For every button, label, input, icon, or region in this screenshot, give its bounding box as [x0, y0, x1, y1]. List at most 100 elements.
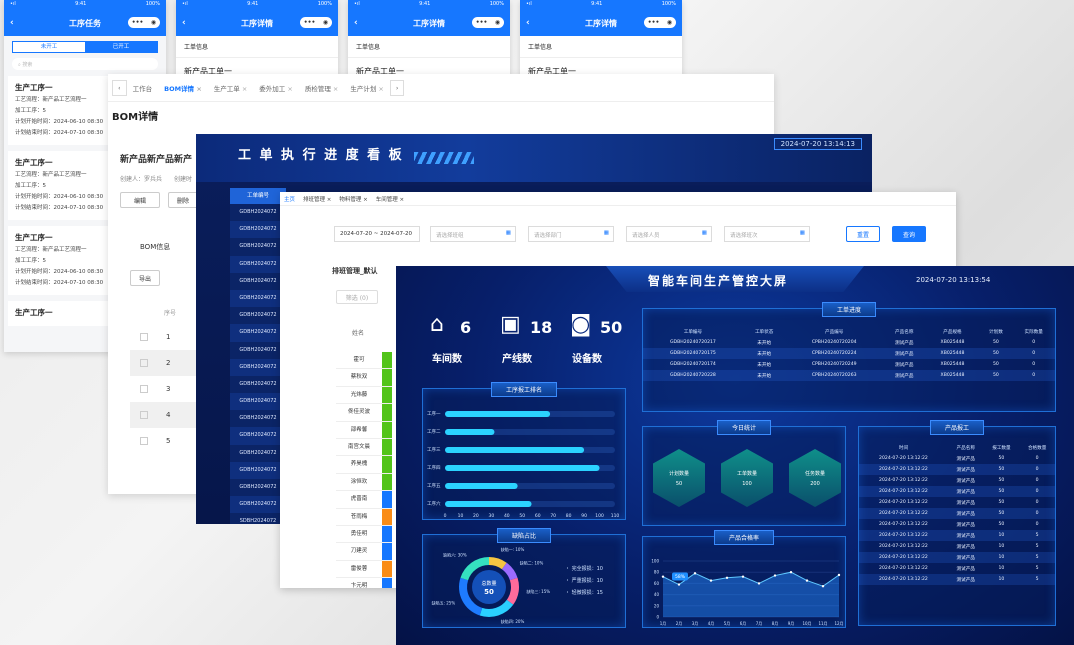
table-row: GDBH2024072 — [230, 289, 286, 308]
segment-not-started[interactable]: 未开工 — [13, 42, 85, 52]
filter-select[interactable]: 请选择班次 ▦ — [724, 226, 810, 242]
search-input[interactable]: ⌕ 搜索 — [12, 58, 158, 70]
table-row[interactable]: 养昊槐 — [336, 456, 392, 474]
tab-item[interactable]: 生产工单 × — [208, 78, 254, 100]
table-row[interactable]: 佟佳灵波 — [336, 404, 392, 422]
close-icon[interactable]: × — [194, 85, 201, 93]
col-name: 姓名 — [352, 330, 365, 337]
table-row[interactable]: 涂恒欢 — [336, 473, 392, 492]
schedule-tabbar: 主页 排班管理 × 物料管理 × 车间管理 × — [280, 192, 956, 206]
row-checkbox[interactable] — [140, 437, 148, 445]
query-button[interactable]: 查询 — [892, 226, 926, 242]
capsule-menu[interactable]: ••• ◉ — [128, 17, 160, 28]
table-row[interactable]: 邵希馨 — [336, 421, 392, 439]
tab-item[interactable]: 车间管理 × — [376, 195, 404, 203]
table-row[interactable]: 苍雨梅 — [336, 508, 392, 526]
table-row: GDBH2024072 — [230, 444, 286, 462]
back-icon[interactable]: ‹ — [354, 18, 358, 28]
filter-placeholder: 请选择班次 — [730, 233, 758, 239]
close-circle-icon[interactable]: ◉ — [667, 19, 672, 26]
stat-value: 50 — [600, 318, 623, 337]
tab-item[interactable]: 排班管理 × — [303, 195, 331, 203]
person-name: 蔡秋双 — [350, 374, 368, 381]
filter-chip[interactable]: 筛选 (0) — [336, 290, 378, 304]
table-row[interactable]: 光炜藤 — [336, 386, 392, 405]
close-circle-icon[interactable]: ◉ — [323, 19, 328, 26]
table-cell: 10 — [998, 544, 1005, 549]
tab-item[interactable]: 工作台 — [127, 78, 159, 100]
filter-select[interactable]: 请选择班组 ▦ — [430, 226, 516, 242]
close-icon[interactable]: × — [331, 85, 338, 93]
capsule-menu[interactable]: ••• ◉ — [472, 17, 504, 28]
table-row[interactable]: 刀建灵 — [336, 543, 392, 561]
back-icon[interactable]: ‹ — [182, 18, 186, 28]
person-name: 虎晋南 — [350, 496, 368, 503]
close-icon[interactable]: × — [361, 197, 368, 203]
slice-label: 缺陷六: 30% — [443, 551, 467, 557]
more-icon[interactable]: ••• — [648, 19, 660, 26]
yield-chart: 0 20 40 60 80 100 1月 2月 3月 4月 5月 6月 7月 8月 9月 10月 11月 12月 5… — [651, 559, 843, 627]
filter-select[interactable]: 请选择部门 ▦ — [528, 226, 614, 242]
kanban-datetime: 2024-07-20 13:14:13 — [773, 138, 862, 150]
progress-panel: 工单进度 工单编号 工单状态 产品编号 产品名称 产品规格 计划数 实际数量 GDBH2024… — [642, 302, 1056, 412]
table-row[interactable]: 南宫文晨 — [336, 438, 392, 457]
bom-info-tab[interactable]: BOM信息 — [140, 242, 170, 252]
table-cell: 测试产品 — [895, 340, 914, 346]
filter-select[interactable]: 请选择人员 ▦ — [626, 226, 712, 242]
close-circle-icon[interactable]: ◉ — [151, 19, 156, 26]
more-icon[interactable]: ••• — [476, 19, 488, 26]
table-row[interactable]: 虎晋南 — [336, 491, 392, 509]
tab-item[interactable]: 生产计划 × — [344, 78, 390, 100]
table-row[interactable]: 蔡秋双 — [336, 369, 392, 387]
close-circle-icon[interactable]: ◉ — [495, 19, 500, 26]
row-checkbox[interactable] — [140, 359, 148, 367]
close-icon[interactable]: × — [398, 197, 405, 203]
delete-button[interactable]: 删除 — [168, 192, 198, 208]
table-cell: 测试产品 — [895, 362, 914, 368]
stat-value: 50 — [675, 480, 683, 487]
column-header: 报工数量 — [992, 446, 1011, 451]
close-icon[interactable]: × — [376, 85, 383, 93]
table-row[interactable]: 霍可 — [336, 352, 392, 370]
more-icon[interactable]: ••• — [304, 19, 316, 26]
table-cell: CPBH20240720224 — [811, 351, 857, 356]
tick-label: 10 — [458, 513, 464, 519]
edit-button[interactable]: 编辑 — [120, 192, 160, 208]
reset-button[interactable]: 重置 — [846, 226, 880, 242]
rank-chart: 工序一工序二工序三工序四工序五工序六0 10 20 30 40 50 60 70 80 90 100… — [427, 410, 619, 519]
tab-item[interactable]: 质检管理 × — [299, 78, 345, 100]
x-tick-label: 12月 — [834, 621, 843, 626]
table-row[interactable]: 雷俊蓉 — [336, 560, 392, 579]
close-icon[interactable]: × — [285, 85, 292, 93]
table-cell: 0 — [1032, 362, 1036, 367]
tab-item[interactable]: 委外加工 × — [253, 78, 299, 100]
export-button[interactable]: 导出 — [130, 270, 160, 286]
back-icon[interactable]: ‹ — [10, 18, 14, 28]
house-icon: ⌂ — [430, 312, 444, 337]
slice-label: 缺陷三: 15% — [527, 588, 551, 594]
back-icon[interactable]: ‹ — [526, 18, 530, 28]
tab-label: 委外加工 — [259, 84, 286, 93]
date-range-picker[interactable]: 2024-07-20 ~ 2024-07-20 — [334, 226, 420, 242]
table-row[interactable]: 勇佳明 — [336, 525, 392, 544]
segment-started[interactable]: 已开工 — [85, 42, 157, 52]
tab-prev-icon[interactable]: ‹ — [112, 79, 127, 96]
tab-next-icon[interactable]: › — [389, 79, 405, 96]
close-icon[interactable]: × — [240, 85, 247, 93]
x-tick-label: 1月 — [660, 621, 667, 626]
capsule-menu[interactable]: ••• ◉ — [644, 17, 676, 28]
tab-label: BOM详情 — [164, 84, 195, 93]
tab-item[interactable]: 主页 — [284, 195, 295, 203]
row-checkbox[interactable] — [140, 411, 148, 419]
close-icon[interactable]: × — [325, 197, 332, 203]
row-checkbox[interactable] — [140, 385, 148, 393]
row-checkbox[interactable] — [140, 333, 148, 341]
table-cell: 50 — [992, 340, 999, 345]
table-cell: 测试产品 — [895, 373, 914, 379]
capsule-menu[interactable]: ••• ◉ — [300, 17, 332, 28]
table-row[interactable]: 卞元明 — [336, 578, 392, 588]
tab-item[interactable]: BOM详情 × — [158, 78, 208, 100]
tab-item[interactable]: 物料管理 × — [339, 195, 367, 203]
defect-panel: 缺陷占比 缺陷一: 10% 缺陷二: 10% 缺陷三: 15% 缺陷四: 20% 缺陷五… — [422, 528, 626, 628]
more-icon[interactable]: ••• — [132, 19, 144, 26]
